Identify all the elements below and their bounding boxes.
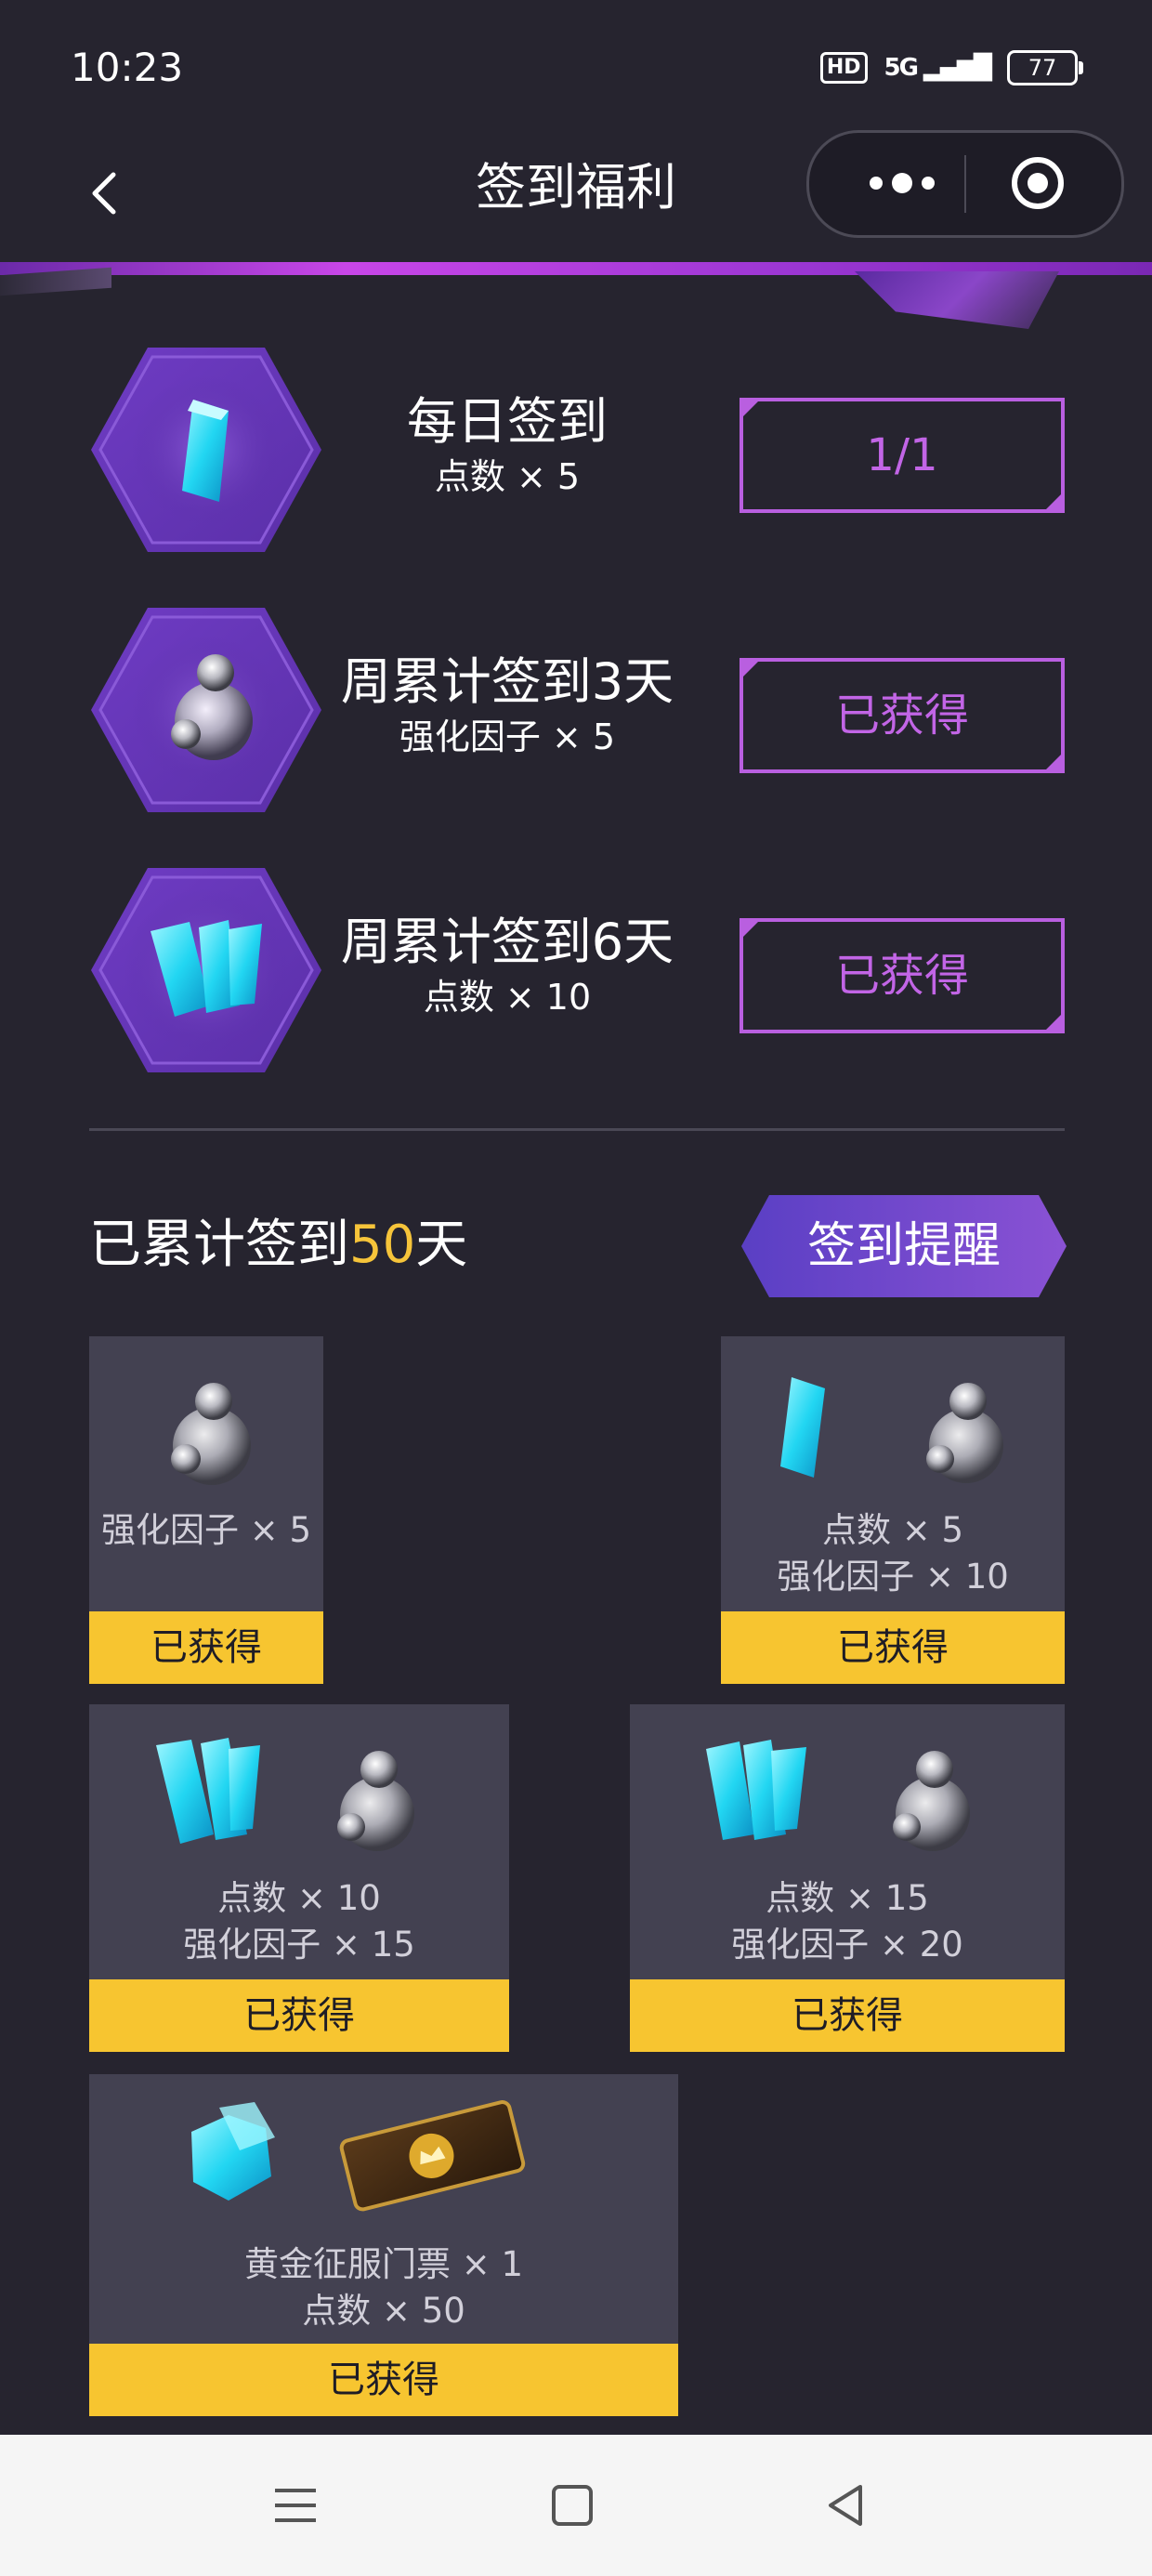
reward-status-button[interactable]: 已获得 <box>740 658 1065 773</box>
reward-status-label: 1/1 <box>866 429 938 481</box>
signal-5g-icon: 5G ▂▄▆█ <box>884 54 992 82</box>
pearl-orb-icon <box>91 608 321 812</box>
gold-ticket-icon <box>191 2100 526 2212</box>
reward-status-button[interactable]: 已获得 <box>740 918 1065 1033</box>
card-status-bar: 已获得 <box>89 1611 323 1684</box>
reward-row-week-6: 周累计签到6天 点数 × 10 已获得 <box>89 866 1065 1076</box>
card-reward-line: 点数 × 15 <box>766 1878 929 1918</box>
reward-title: 周累计签到3天 <box>340 652 674 711</box>
card-status-bar: 已获得 <box>630 1979 1065 2052</box>
crystal-shard-icon <box>780 1377 1003 1483</box>
checkin-reminder-button[interactable]: 签到提醒 <box>741 1195 1067 1297</box>
cumulative-days-text: 已累计签到50天 <box>89 1215 468 1275</box>
reward-status-button[interactable]: 1/1 <box>740 398 1065 513</box>
reward-row-text: 每日签到 点数 × 5 <box>312 390 702 500</box>
reward-row-daily: 每日签到 点数 × 5 1/1 <box>89 346 1065 556</box>
cumulative-days-count: 50 <box>349 1215 416 1275</box>
reward-title: 周累计签到6天 <box>340 913 674 971</box>
battery-icon: 77 <box>1007 50 1083 85</box>
status-bar: 10:23 HD 5G ▂▄▆█ 77 <box>0 0 1152 130</box>
card-reward-line: 强化因子 × 15 <box>183 1925 415 1965</box>
card-status-bar: 已获得 <box>89 1979 509 2052</box>
banner-decoration <box>855 271 1059 329</box>
back-triangle-icon[interactable] <box>819 2477 875 2533</box>
status-icons: HD 5G ▂▄▆█ 77 <box>819 46 1083 89</box>
system-navigation-bar <box>0 2435 1152 2576</box>
home-square-icon[interactable] <box>544 2477 600 2533</box>
pearl-orb-icon <box>171 1383 251 1485</box>
reward-row-text: 周累计签到6天 点数 × 10 <box>312 911 702 1020</box>
reward-title: 每日签到 <box>407 392 608 451</box>
close-target-icon[interactable] <box>1010 155 1066 211</box>
reward-amount: 点数 × 10 <box>423 977 592 1018</box>
navigation-bar: 签到福利 <box>0 130 1152 269</box>
reward-amount: 点数 × 5 <box>434 456 581 497</box>
hd-icon: HD <box>819 52 868 84</box>
card-reward-line: 黄金征服门票 × 1 <box>243 2244 524 2284</box>
milestone-card: 点数 × 10 强化因子 × 15 已获得 <box>89 1704 509 2052</box>
card-reward-line: 点数 × 5 <box>821 1510 964 1550</box>
reward-row-week-3: 周累计签到3天 强化因子 × 5 已获得 <box>89 606 1065 816</box>
more-dots-icon[interactable] <box>856 155 949 211</box>
reminder-label: 签到提醒 <box>806 1218 1001 1274</box>
reward-status-label: 已获得 <box>834 690 969 742</box>
section-divider <box>89 1128 1065 1131</box>
milestone-card: 点数 × 5 强化因子 × 10 已获得 <box>721 1336 1065 1684</box>
card-reward-line: 强化因子 × 20 <box>731 1925 963 1965</box>
crystal-cluster-icon <box>156 1738 414 1851</box>
card-reward-line: 强化因子 × 5 <box>100 1510 312 1550</box>
card-reward-line: 点数 × 10 <box>217 1878 381 1918</box>
reward-status-label: 已获得 <box>834 950 969 1002</box>
mini-program-capsule <box>806 130 1124 238</box>
milestone-card: 黄金征服门票 × 1 点数 × 50 已获得 <box>89 2074 678 2416</box>
milestone-card: 点数 × 15 强化因子 × 20 已获得 <box>630 1704 1065 2052</box>
crystal-shard-icon <box>91 348 321 552</box>
card-status-bar: 已获得 <box>721 1611 1065 1684</box>
crystal-cluster-icon <box>91 868 321 1072</box>
card-reward-line: 强化因子 × 10 <box>777 1557 1009 1597</box>
reward-row-text: 周累计签到3天 强化因子 × 5 <box>312 651 702 760</box>
clock: 10:23 <box>71 45 184 90</box>
reward-amount: 强化因子 × 5 <box>399 716 616 757</box>
menu-icon[interactable] <box>268 2477 323 2533</box>
card-status-bar: 已获得 <box>89 2344 678 2416</box>
card-reward-line: 点数 × 50 <box>302 2291 465 2331</box>
capsule-divider <box>964 155 966 213</box>
milestone-card: 强化因子 × 5 已获得 <box>89 1336 323 1684</box>
crystal-cluster-icon <box>706 1740 970 1851</box>
